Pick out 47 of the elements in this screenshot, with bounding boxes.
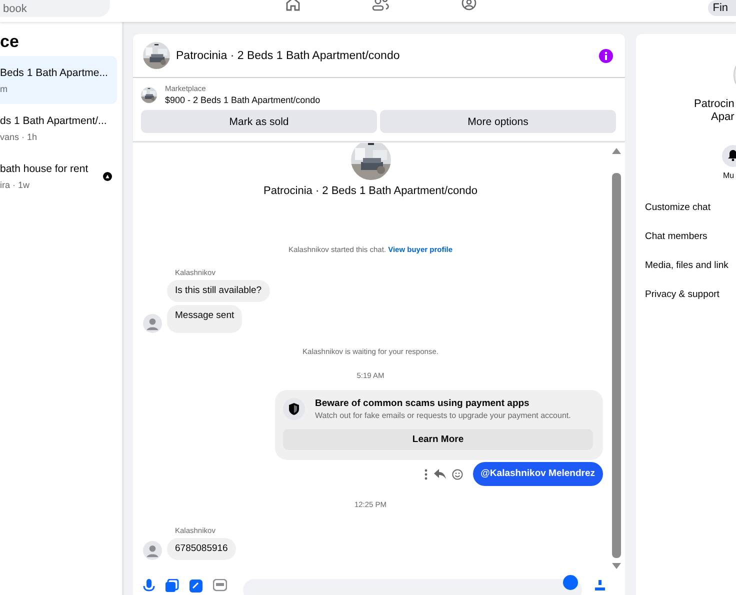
chat-subtitle: vans · 1h [0,132,38,142]
info-icon[interactable] [599,48,613,62]
more-icon[interactable] [424,468,428,480]
gif-icon[interactable] [213,579,227,593]
scroll-down-icon [612,563,621,569]
warning-text: Watch out for fake emails or requests to upgrade your payment account. [315,411,571,420]
gallery-icon[interactable] [165,579,179,593]
chat-name: Apar [711,111,734,123]
chat-list-item[interactable]: ds 1 Bath Apartment/... vans · 1h [0,104,117,152]
chat-title: ds 1 Bath Apartment/... [0,114,108,126]
find-button[interactable]: Fin [708,0,736,16]
search-field[interactable]: book [0,0,110,17]
scroll-up-icon [612,148,621,154]
listing-name: Patrocinia · 2 Beds 1 Bath Apartment/condo [263,185,478,197]
chat-title: bath house for rent [0,162,90,174]
chat-subtitle: m [0,84,8,94]
home-icon[interactable] [285,0,301,11]
avatar-icon [143,314,162,333]
chat-name: Patrocin [694,98,734,110]
menu-item[interactable]: Chat members [645,231,728,243]
chat-list-item[interactable]: Beds 1 Bath Apartme... m [0,56,117,104]
group-icon[interactable] [461,0,477,11]
microphone-icon[interactable] [143,579,155,593]
mute-label: Mu [723,171,734,180]
message-bubble: 6785085916 [167,538,236,560]
people-icon[interactable] [372,0,390,11]
message-bubble: Message sent [167,305,242,333]
menu-item[interactable]: Customize chat [645,202,728,214]
menu-item[interactable]: Privacy & support [645,289,728,301]
warning-title: Beware of common scams using payment apps [315,398,530,409]
bell-icon [727,148,736,160]
menu-item[interactable]: Media, files and link [645,260,728,272]
shield-icon [283,398,305,420]
learn-more-button[interactable]: Learn More [283,429,593,450]
panel-title: ce [0,32,20,52]
chat-title: Beds 1 Bath Apartme... [0,66,109,78]
chat-title: Patrocinia · 2 Beds 1 Bath Apartment/condo [176,50,401,62]
chat-list-item[interactable]: bath house for rent ira · 1w [0,152,117,200]
sticker-icon[interactable] [189,579,203,593]
avatar-icon [143,541,162,560]
listing-title: $900 - 2 Beds 1 Bath Apartment/condo [165,95,320,105]
chat-subtitle: ira · 1w [0,180,31,190]
message-bubble: @Kalashnikov Melendrez [472,462,603,486]
reply-icon[interactable] [434,469,446,479]
action-button[interactable]: More options [380,110,616,133]
message-bubble: Is this still available? [167,280,270,302]
action-button[interactable]: Mark as sold [141,110,377,133]
